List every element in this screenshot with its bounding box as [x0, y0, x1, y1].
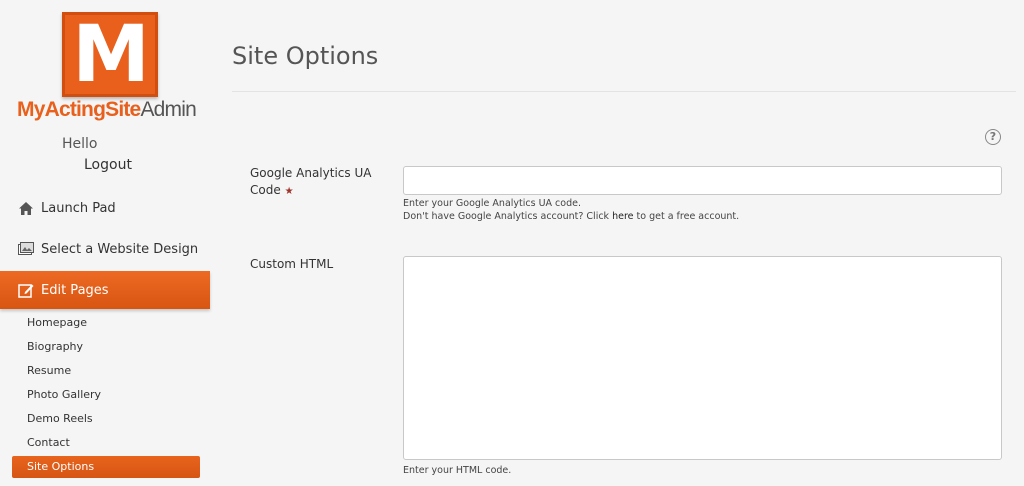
nav-edit-pages[interactable]: Edit Pages: [0, 271, 210, 309]
ga-signup-pre: Don't have Google Analytics account? Cli…: [403, 211, 613, 222]
edit-icon: [18, 282, 34, 298]
subnav-contact[interactable]: Contact: [27, 432, 70, 454]
ga-signup-link[interactable]: here: [612, 211, 633, 222]
ga-label-text: Google Analytics UA Code: [250, 166, 372, 197]
title-divider: [232, 91, 1016, 92]
custom-html-help-text: Enter your HTML code.: [403, 465, 512, 476]
subnav-demo-reels[interactable]: Demo Reels: [27, 408, 93, 430]
logo-text-part2: Site: [105, 98, 141, 121]
custom-html-textarea[interactable]: [403, 256, 1002, 460]
nav-select-design[interactable]: Select a Website Design: [0, 230, 210, 268]
logo-letter: M: [72, 9, 150, 100]
nav-select-design-label: Select a Website Design: [41, 241, 199, 257]
ga-help-text: Enter your Google Analytics UA code.: [403, 198, 581, 209]
required-star-icon: ★: [284, 186, 294, 197]
logo-text-part3: Admin: [140, 98, 196, 121]
sidebar: M MyActingSiteAdmin Hello Logout Launch …: [0, 0, 210, 486]
nav-edit-pages-label: Edit Pages: [41, 282, 109, 298]
custom-html-label: Custom HTML: [250, 257, 334, 271]
ga-label: Google Analytics UA Code ★: [250, 165, 390, 200]
logo-text-part1: MyActing: [17, 98, 106, 121]
nav-launch-pad-label: Launch Pad: [41, 200, 116, 216]
image-gallery-icon: [18, 241, 34, 257]
home-icon: [18, 200, 34, 216]
subnav-homepage[interactable]: Homepage: [27, 312, 87, 334]
ga-signup-text: Don't have Google Analytics account? Cli…: [403, 211, 739, 222]
subnav-photo-gallery[interactable]: Photo Gallery: [27, 384, 101, 406]
subnav-resume[interactable]: Resume: [27, 360, 71, 382]
ga-signup-post: to get a free account.: [633, 211, 740, 222]
ga-ua-code-input[interactable]: [403, 166, 1002, 195]
subnav-biography[interactable]: Biography: [27, 336, 83, 358]
logout-link[interactable]: Logout: [84, 157, 132, 173]
logo-text[interactable]: MyActingSiteAdmin: [17, 98, 207, 122]
nav-launch-pad[interactable]: Launch Pad: [0, 189, 210, 227]
logo-mark[interactable]: M: [62, 12, 158, 97]
page-title: Site Options: [232, 42, 379, 70]
greeting: Hello: [62, 136, 98, 152]
help-icon[interactable]: ?: [985, 129, 1001, 145]
subnav-site-options[interactable]: Site Options: [12, 456, 200, 478]
